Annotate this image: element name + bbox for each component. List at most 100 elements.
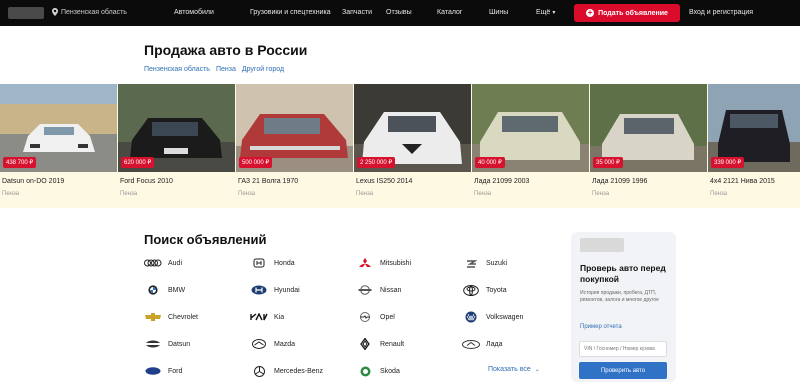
honda-logo-icon xyxy=(250,258,268,268)
nav-reviews[interactable]: Отзывы xyxy=(386,9,412,16)
brand-renault[interactable]: Renault xyxy=(356,338,405,350)
bmw-logo-icon xyxy=(144,285,162,295)
page-title: Продажа авто в России xyxy=(144,42,308,58)
mitsubishi-logo-icon xyxy=(356,257,374,268)
location-pin-icon xyxy=(52,8,58,16)
brand-lada[interactable]: Лада xyxy=(462,339,502,349)
listing-title: 4x4 2121 Нива 2015 xyxy=(710,178,775,185)
brand-datsun[interactable]: Datsun xyxy=(144,339,190,349)
brand-label: Chevrolet xyxy=(168,313,198,321)
listing-card[interactable]: 438 700 ₽ Datsun on-DO 2019 Пенза xyxy=(0,84,118,208)
listing-photo: 35 000 ₽ xyxy=(590,84,707,172)
listing-price: 620 000 ₽ xyxy=(121,157,155,168)
brand-opel[interactable]: Opel xyxy=(356,312,395,322)
listing-card[interactable]: 339 000 ₽ 4x4 2121 Нива 2015 Пенза xyxy=(708,84,800,208)
listing-price: 35 000 ₽ xyxy=(593,157,623,168)
nav-catalog[interactable]: Каталог xyxy=(437,9,462,16)
brand-volkswagen[interactable]: Volkswagen xyxy=(462,311,523,323)
listing-card[interactable]: 35 000 ₽ Лада 21099 1996 Пенза xyxy=(590,84,708,208)
listing-title: Ford Focus 2010 xyxy=(120,178,173,185)
listing-card[interactable]: 2 250 000 ₽ Lexus IS250 2014 Пенза xyxy=(354,84,472,208)
brand-kia[interactable]: Kia xyxy=(250,312,284,322)
region-label: Пензенская область xyxy=(61,8,127,16)
brand-label: Hyundai xyxy=(274,286,300,294)
brand-mazda[interactable]: Mazda xyxy=(250,339,295,349)
listing-price: 339 000 ₽ xyxy=(711,157,745,168)
nav-trucks[interactable]: Грузовики и спецтехника xyxy=(250,9,331,16)
listing-city: Пенза xyxy=(474,191,492,197)
listing-photo: 620 000 ₽ xyxy=(118,84,235,172)
mazda-logo-icon xyxy=(250,339,268,349)
listing-card[interactable]: 500 000 ₽ ГАЗ 21 Волга 1970 Пенза xyxy=(236,84,354,208)
brand-label: Лада xyxy=(486,340,503,348)
mercedes-logo-icon xyxy=(250,365,268,377)
listing-title: Лада 21099 2003 xyxy=(474,178,530,185)
filter-city[interactable]: Пенза xyxy=(216,66,236,73)
hyundai-logo-icon xyxy=(250,285,268,295)
suzuki-logo-icon xyxy=(462,258,480,268)
filter-region[interactable]: Пензенская область xyxy=(144,66,210,73)
brand-label: Nissan xyxy=(380,286,402,294)
panel-logo xyxy=(580,238,624,252)
brand-label: Kia xyxy=(274,313,285,321)
brand-bmw[interactable]: BMW xyxy=(144,285,185,295)
brand-label: Datsun xyxy=(168,340,191,348)
brand-label: Suzuki xyxy=(486,259,508,267)
brand-label: Mazda xyxy=(274,340,296,348)
brand-skoda[interactable]: Skoda xyxy=(356,366,400,376)
listing-card[interactable]: 620 000 ₽ Ford Focus 2010 Пенза xyxy=(118,84,236,208)
kia-logo-icon xyxy=(250,312,268,322)
listing-title: ГАЗ 21 Волга 1970 xyxy=(238,178,299,185)
toyota-logo-icon xyxy=(462,284,480,296)
listing-card[interactable]: 40 000 ₽ Лада 21099 2003 Пенза xyxy=(472,84,590,208)
site-logo[interactable] xyxy=(8,7,44,19)
brand-label: Toyota xyxy=(486,286,507,294)
brand-label: Mercedes-Benz xyxy=(274,367,324,375)
listing-city: Пенза xyxy=(592,191,610,197)
listing-price: 438 700 ₽ xyxy=(3,157,37,168)
datsun-logo-icon xyxy=(144,339,162,349)
login-link[interactable]: Вход и регистрация xyxy=(689,9,753,16)
check-car-button[interactable]: Проверить авто xyxy=(579,362,667,379)
brand-suzuki[interactable]: Suzuki xyxy=(462,258,507,268)
post-ad-button[interactable]: + Подать объявление xyxy=(574,4,680,22)
nav-parts[interactable]: Запчасти xyxy=(342,9,372,16)
plus-icon: + xyxy=(586,8,595,17)
listing-price: 40 000 ₽ xyxy=(475,157,505,168)
panel-title: Проверь авто перед покупкой xyxy=(580,263,666,284)
brand-ford[interactable]: Ford xyxy=(144,366,182,376)
brand-hyundai[interactable]: Hyundai xyxy=(250,285,300,295)
nav-tires[interactable]: Шины xyxy=(489,9,508,16)
show-all-brands-link[interactable]: Показать все ⌄ xyxy=(488,366,540,373)
brand-label: Renault xyxy=(380,340,405,348)
brand-label: Audi xyxy=(168,259,183,267)
brand-label: Mitsubishi xyxy=(380,259,412,267)
brand-mitsubishi[interactable]: Mitsubishi xyxy=(356,257,412,268)
listing-city: Пенза xyxy=(2,191,20,197)
skoda-logo-icon xyxy=(356,366,374,376)
listing-photo: 2 250 000 ₽ xyxy=(354,84,471,172)
brand-chevrolet[interactable]: Chevrolet xyxy=(144,312,198,322)
brand-honda[interactable]: Honda xyxy=(250,258,295,268)
brand-toyota[interactable]: Toyota xyxy=(462,284,507,296)
listing-city: Пенза xyxy=(120,191,138,197)
nissan-logo-icon xyxy=(356,285,374,295)
nav-more[interactable]: Ещё ▾ xyxy=(536,9,555,16)
brand-mercedes[interactable]: Mercedes-Benz xyxy=(250,365,324,377)
brand-audi[interactable]: Audi xyxy=(144,258,182,268)
listing-price: 2 250 000 ₽ xyxy=(357,157,396,168)
post-ad-label: Подать объявление xyxy=(598,9,668,17)
sample-report-link[interactable]: Пример отчета xyxy=(580,324,622,330)
brand-label: Opel xyxy=(380,313,395,321)
panel-description: История продажи, пробега, ДТП, ремонтов,… xyxy=(580,290,659,303)
filter-other-city[interactable]: Другой город xyxy=(242,66,284,73)
chevron-down-icon: ▾ xyxy=(552,10,556,16)
brand-label: Skoda xyxy=(380,367,400,375)
brand-nissan[interactable]: Nissan xyxy=(356,285,401,295)
vin-input[interactable] xyxy=(579,341,667,357)
lada-logo-icon xyxy=(462,339,480,349)
listing-photo: 500 000 ₽ xyxy=(236,84,353,172)
region-selector[interactable]: Пензенская область xyxy=(52,8,127,16)
show-all-label: Показать все xyxy=(488,366,531,373)
nav-cars[interactable]: Автомобили xyxy=(174,9,214,16)
